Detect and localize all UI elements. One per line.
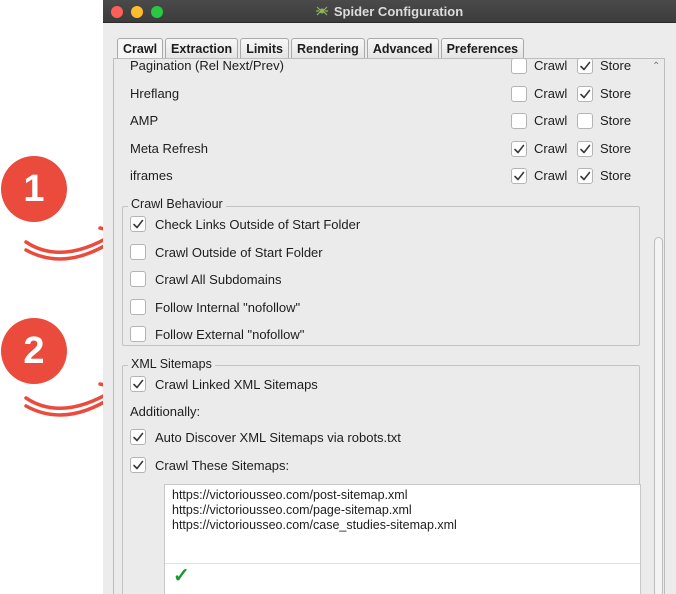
crawl-behaviour-label: Crawl Outside of Start Folder — [155, 244, 323, 260]
crawl-column-label: Crawl — [534, 58, 568, 73]
tab-crawl[interactable]: Crawl — [117, 38, 164, 60]
sitemap-urls-textarea[interactable]: https://victoriousseo.com/post-sitemap.x… — [164, 484, 641, 594]
additionally-label: Additionally: — [130, 404, 201, 419]
auto-discover-sitemaps-label: Auto Discover XML Sitemaps via robots.tx… — [155, 430, 401, 445]
xml-sitemaps-title: XML Sitemaps — [128, 357, 215, 371]
crawl-behaviour-label: Check Links Outside of Start Folder — [155, 217, 361, 232]
crawl-behaviour-checkbox[interactable] — [130, 326, 146, 342]
crawl-behaviour-checkbox[interactable] — [130, 298, 146, 315]
title-bar: Spider Configuration — [103, 0, 676, 23]
resource-label: Meta Refresh — [130, 140, 209, 156]
resource-label: Pagination (Rel Next/Prev) — [130, 58, 284, 73]
crawl-checkbox[interactable] — [511, 168, 527, 184]
crawl-column-label: Crawl — [534, 113, 568, 128]
store-checkbox[interactable] — [577, 59, 593, 74]
tab-preferences[interactable]: Preferences — [440, 38, 525, 59]
crawl-checkbox[interactable] — [511, 59, 527, 74]
tab-extraction[interactable]: Extraction — [165, 38, 239, 59]
crawl-behaviour-label: Follow External "nofollow" — [155, 327, 305, 342]
auto-discover-sitemaps-checkbox[interactable] — [130, 429, 146, 445]
sitemap-url: https://victoriousseo.com/post-sitemap.x… — [172, 488, 408, 502]
spider-configuration-window: Spider Configuration Crawl Extraction Li… — [103, 0, 676, 594]
crawl-behaviour-checkbox[interactable] — [130, 216, 146, 232]
tab-bar: Crawl Extraction Limits Rendering Advanc… — [117, 38, 526, 60]
vertical-scrollbar[interactable] — [654, 237, 663, 594]
tab-rendering[interactable]: Rendering — [291, 38, 365, 59]
crawl-linked-sitemaps-checkbox[interactable] — [130, 376, 146, 392]
store-column-label: Store — [600, 113, 632, 128]
store-column-label: Store — [600, 140, 632, 156]
annotation-badge-2: 2 — [1, 318, 67, 384]
tab-limits[interactable]: Limits — [240, 38, 289, 59]
scroll-up-icon[interactable]: ⌃ — [652, 61, 664, 73]
valid-check-icon: ✓ — [173, 565, 190, 587]
crawl-column-label: Crawl — [534, 168, 568, 183]
sitemap-validation-divider — [165, 563, 640, 564]
sitemap-url: https://victoriousseo.com/page-sitemap.x… — [172, 503, 412, 517]
spider-icon — [315, 6, 328, 16]
sitemap-url: https://victoriousseo.com/case_studies-s… — [172, 518, 457, 532]
crawl-checkbox[interactable] — [511, 113, 527, 129]
crawl-behaviour-checkbox[interactable] — [130, 243, 146, 260]
store-checkbox[interactable] — [577, 140, 593, 157]
crawl-these-sitemaps-label: Crawl These Sitemaps: — [155, 458, 290, 473]
annotation-badge-1: 1 — [1, 156, 67, 222]
crawl-these-sitemaps-checkbox[interactable] — [130, 457, 146, 473]
tab-advanced[interactable]: Advanced — [366, 38, 439, 59]
resource-label: AMP — [130, 113, 159, 128]
crawl-behaviour-checkbox[interactable] — [130, 271, 146, 287]
window-title: Spider Configuration — [333, 4, 464, 19]
store-column-label: Store — [600, 168, 632, 183]
store-column-label: Store — [600, 85, 632, 101]
store-checkbox[interactable] — [577, 85, 593, 102]
store-checkbox[interactable] — [577, 113, 593, 129]
window-title-wrap: Spider Configuration — [103, 4, 676, 19]
resource-label: iframes — [130, 168, 173, 183]
crawl-column-label: Crawl — [534, 140, 568, 156]
crawl-column-label: Crawl — [534, 85, 568, 101]
crawl-settings-panel: ⌃ Pagination (Rel Next/Prev) Crawl Store Hr… — [113, 58, 665, 594]
crawl-behaviour-label: Crawl All Subdomains — [155, 272, 282, 287]
crawl-linked-sitemaps-label: Crawl Linked XML Sitemaps — [155, 377, 318, 392]
store-column-label: Store — [600, 58, 632, 73]
crawl-behaviour-label: Follow Internal "nofollow" — [155, 299, 301, 315]
resource-label: Hreflang — [130, 85, 180, 101]
crawl-checkbox[interactable] — [511, 140, 527, 157]
crawl-behaviour-title: Crawl Behaviour — [128, 197, 226, 211]
crawl-checkbox[interactable] — [511, 85, 527, 102]
store-checkbox[interactable] — [577, 168, 593, 184]
